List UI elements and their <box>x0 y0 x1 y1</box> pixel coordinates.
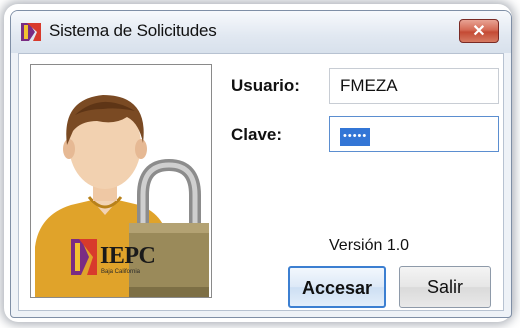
user-lock-picture: IEPC Baja California <box>30 64 212 298</box>
usuario-value: FMEZA <box>340 76 398 95</box>
clave-masked-value: ••••• <box>340 128 371 146</box>
accesar-button[interactable]: Accesar <box>288 266 386 308</box>
usuario-label: Usuario: <box>231 76 300 95</box>
clave-label: Clave: <box>231 125 283 144</box>
close-icon: ✕ <box>472 23 486 40</box>
iepc-badge-text: IEPC <box>100 243 156 269</box>
app-icon <box>21 23 41 41</box>
iepc-logo-icon <box>71 237 97 277</box>
salir-button[interactable]: Salir <box>399 266 491 308</box>
iepc-badge-subtext: Baja California <box>101 269 141 275</box>
usuario-input[interactable]: FMEZA <box>329 68 499 104</box>
window-title: Sistema de Solicitudes <box>49 21 217 40</box>
clave-input[interactable]: ••••• <box>329 116 499 152</box>
title-bar[interactable]: Sistema de Solicitudes ✕ <box>11 11 511 53</box>
close-button[interactable]: ✕ <box>459 19 499 43</box>
client-area: IEPC Baja California Usuario: FMEZA Clav… <box>18 53 504 311</box>
version-label: Versión 1.0 <box>329 237 410 254</box>
login-window: Sistema de Solicitudes ✕ IEPC Baja Calif… <box>10 10 512 318</box>
